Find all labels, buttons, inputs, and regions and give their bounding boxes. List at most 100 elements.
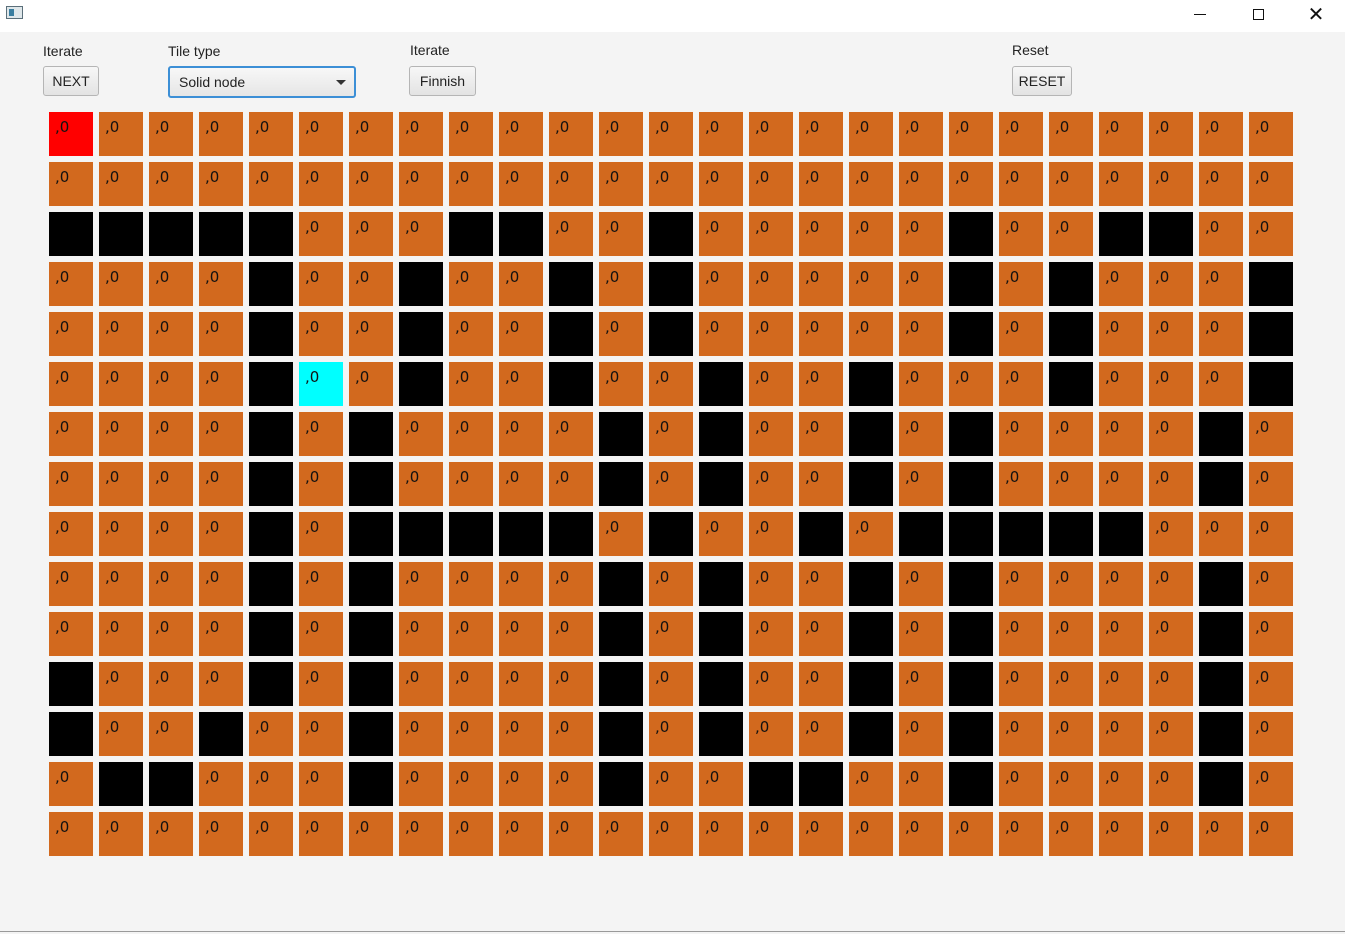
grid-cell-solid[interactable] [349, 562, 393, 606]
grid-cell-solid[interactable] [599, 612, 643, 656]
grid-cell[interactable]: ,0 [49, 312, 93, 356]
grid-cell[interactable]: ,0 [149, 412, 193, 456]
grid-cell[interactable]: ,0 [299, 212, 343, 256]
grid-cell[interactable]: ,0 [1149, 412, 1193, 456]
grid-cell[interactable]: ,0 [749, 262, 793, 306]
grid-cell[interactable]: ,0 [349, 212, 393, 256]
grid-cell-solid[interactable] [1199, 612, 1243, 656]
grid-cell-solid[interactable] [249, 312, 293, 356]
grid-cell[interactable]: ,0 [749, 112, 793, 156]
grid-cell-solid[interactable] [799, 762, 843, 806]
grid-cell[interactable]: ,0 [299, 312, 343, 356]
grid-cell[interactable]: ,0 [49, 512, 93, 556]
grid-cell[interactable]: ,0 [99, 562, 143, 606]
grid-cell[interactable]: ,0 [399, 812, 443, 856]
grid-cell[interactable]: ,0 [699, 112, 743, 156]
grid-cell[interactable]: ,0 [1149, 712, 1193, 756]
grid-cell-solid[interactable] [99, 762, 143, 806]
grid-cell[interactable]: ,0 [649, 412, 693, 456]
grid-cell-solid[interactable] [649, 212, 693, 256]
grid-cell[interactable]: ,0 [749, 412, 793, 456]
grid-cell[interactable]: ,0 [749, 162, 793, 206]
grid-cell[interactable]: ,0 [199, 462, 243, 506]
grid-cell[interactable]: ,0 [849, 762, 893, 806]
grid-cell[interactable]: ,0 [149, 662, 193, 706]
grid-cell-solid[interactable] [1199, 562, 1243, 606]
grid-cell[interactable]: ,0 [199, 562, 243, 606]
grid-cell[interactable]: ,0 [1049, 562, 1093, 606]
grid-cell[interactable]: ,0 [299, 812, 343, 856]
grid-cell-solid[interactable] [1199, 662, 1243, 706]
grid-cell[interactable]: ,0 [549, 162, 593, 206]
grid-cell-solid[interactable] [949, 512, 993, 556]
grid-cell-solid[interactable] [699, 362, 743, 406]
grid-cell[interactable]: ,0 [49, 562, 93, 606]
grid-cell[interactable]: ,0 [1199, 312, 1243, 356]
grid-cell[interactable]: ,0 [1049, 812, 1093, 856]
grid-cell[interactable]: ,0 [299, 162, 343, 206]
grid-cell[interactable]: ,0 [1099, 112, 1143, 156]
grid-cell[interactable]: ,0 [99, 612, 143, 656]
grid-cell[interactable]: ,0 [99, 662, 143, 706]
grid-cell[interactable]: ,0 [949, 112, 993, 156]
grid-cell[interactable]: ,0 [1099, 312, 1143, 356]
grid-cell[interactable]: ,0 [799, 162, 843, 206]
grid-cell[interactable]: ,0 [49, 162, 93, 206]
grid-cell[interactable]: ,0 [349, 312, 393, 356]
grid-cell[interactable]: ,0 [449, 762, 493, 806]
grid-cell-solid[interactable] [349, 612, 393, 656]
grid-cell-solid[interactable] [699, 562, 743, 606]
grid-cell[interactable]: ,0 [99, 812, 143, 856]
grid-cell[interactable]: ,0 [1249, 212, 1293, 256]
grid-cell[interactable]: ,0 [399, 562, 443, 606]
grid-cell-solid[interactable] [199, 712, 243, 756]
grid-cell-solid[interactable] [449, 212, 493, 256]
grid-cell[interactable]: ,0 [1099, 612, 1143, 656]
grid-cell-solid[interactable] [749, 762, 793, 806]
grid-cell[interactable]: ,0 [1149, 162, 1193, 206]
grid-cell[interactable]: ,0 [199, 112, 243, 156]
grid-cell[interactable]: ,0 [1149, 512, 1193, 556]
grid-cell[interactable]: ,0 [699, 312, 743, 356]
grid-cell[interactable]: ,0 [149, 262, 193, 306]
grid-cell[interactable]: ,0 [149, 112, 193, 156]
grid-cell-solid[interactable] [1049, 362, 1093, 406]
grid-cell[interactable]: ,0 [749, 212, 793, 256]
grid-cell[interactable]: ,0 [1249, 562, 1293, 606]
grid-cell[interactable]: ,0 [349, 162, 393, 206]
grid-cell[interactable]: ,0 [299, 712, 343, 756]
grid-cell[interactable]: ,0 [449, 362, 493, 406]
grid-cell-solid[interactable] [249, 512, 293, 556]
grid-cell-solid[interactable] [249, 562, 293, 606]
grid-cell[interactable]: ,0 [749, 512, 793, 556]
grid-cell[interactable]: ,0 [599, 812, 643, 856]
grid-cell[interactable]: ,0 [549, 112, 593, 156]
grid-cell-goal[interactable]: ,0 [299, 362, 343, 406]
grid-cell[interactable]: ,0 [1049, 662, 1093, 706]
grid-cell[interactable]: ,0 [149, 712, 193, 756]
grid-cell[interactable]: ,0 [1249, 712, 1293, 756]
grid-cell[interactable]: ,0 [999, 412, 1043, 456]
maximize-button[interactable] [1229, 0, 1287, 28]
grid-cell-solid[interactable] [699, 612, 743, 656]
grid-cell-solid[interactable] [149, 762, 193, 806]
grid-cell[interactable]: ,0 [799, 262, 843, 306]
grid-cell-solid[interactable] [1249, 312, 1293, 356]
grid-cell[interactable]: ,0 [199, 762, 243, 806]
grid-cell-solid[interactable] [699, 462, 743, 506]
grid-cell-solid[interactable] [549, 262, 593, 306]
grid-cell[interactable]: ,0 [749, 812, 793, 856]
grid-cell[interactable]: ,0 [1149, 612, 1193, 656]
grid-cell[interactable]: ,0 [749, 362, 793, 406]
grid-cell[interactable]: ,0 [1149, 112, 1193, 156]
grid-cell-solid[interactable] [849, 362, 893, 406]
grid-cell[interactable]: ,0 [99, 412, 143, 456]
grid-cell-solid[interactable] [249, 412, 293, 456]
grid-cell-solid[interactable] [949, 712, 993, 756]
grid-cell-solid[interactable] [849, 562, 893, 606]
grid-cell[interactable]: ,0 [999, 312, 1043, 356]
grid-cell[interactable]: ,0 [449, 162, 493, 206]
grid-cell[interactable]: ,0 [49, 362, 93, 406]
grid-cell[interactable]: ,0 [349, 362, 393, 406]
grid-cell-solid[interactable] [399, 362, 443, 406]
